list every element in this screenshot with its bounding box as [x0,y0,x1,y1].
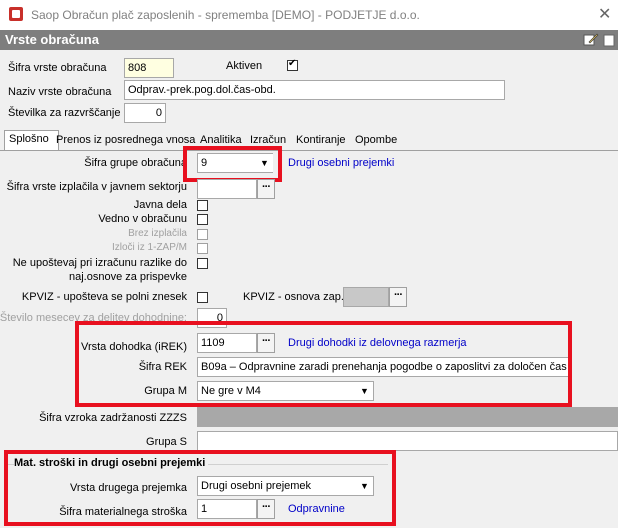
close-icon[interactable]: ✕ [598,4,611,24]
ellipsis-icon[interactable]: ··· [389,287,407,307]
highlight-box-mat [4,450,396,526]
vedno-checkbox[interactable] [197,214,208,225]
brez-checkbox [197,229,208,240]
app-icon [9,7,23,21]
brez-label: Brez izplačila [128,228,187,239]
neupostevaj-label-2: naj.osnove za prispevke [68,271,187,283]
izloci-label: Izloči iz 1-ZAP/M [111,242,187,253]
izplacila-input[interactable] [197,179,257,199]
stevilka-input[interactable]: 0 [124,103,166,123]
neupostevaj-label-1: Ne upoštevaj pri izračunu razlike do [12,257,187,269]
tab-prenos[interactable]: Prenos iz posrednega vnosa [56,132,195,149]
aktiven-checkbox[interactable] [287,58,298,71]
javna-dela-label: Javna dela [133,199,187,211]
tab-opombe[interactable]: Opombe [355,132,397,149]
grupa-desc-link[interactable]: Drugi osebni prejemki [288,157,394,169]
javna-dela-checkbox[interactable] [197,200,208,211]
tab-kontiranje[interactable]: Kontiranje [296,132,346,149]
ellipsis-icon[interactable]: ··· [257,179,275,199]
window-title: Saop Obračun plač zaposlenih - sprememba… [31,8,420,22]
grupa-s-label: Grupa S [146,436,187,448]
zzzs-input [197,407,618,427]
naziv-vrste-label: Naziv vrste obračuna [8,86,112,98]
izplacila-label: Šifra vrste izplačila v javnem sektorju [6,181,187,193]
grupa-label: Šifra grupe obračuna [84,157,187,169]
help-icon[interactable] [602,32,616,47]
grupa-s-input[interactable] [197,431,618,451]
izloci-checkbox [197,243,208,254]
kpviz-osnova-input [343,287,389,307]
pencil-icon[interactable] [583,32,599,47]
sifra-vrste-label: Šifra vrste obračuna [8,62,107,74]
sifra-vrste-input[interactable]: 808 [124,58,174,78]
zzzs-label: Šifra vzroka zadržanosti ZZZS [39,412,187,424]
highlight-box-grupa [183,146,282,182]
neupostevaj-checkbox[interactable] [197,258,208,269]
stevilka-label: Številka za razvrščanje [8,107,121,119]
kpviz-label: KPVIZ - upošteva se polni znesek [21,291,187,303]
highlight-box-dohodek [75,321,572,407]
tab-splosno[interactable]: Splošno [4,130,59,151]
page-title: Vrste obračuna [5,32,99,47]
kpviz-osnova-label: KPVIZ - osnova zap. [243,291,344,303]
kpviz-checkbox[interactable] [197,292,208,303]
aktiven-label: Aktiven [226,60,263,72]
naziv-vrste-input[interactable]: Odprav.-prek.pog.dol.čas-obd. [124,80,505,100]
vedno-label: Vedno v obračunu [98,213,187,225]
